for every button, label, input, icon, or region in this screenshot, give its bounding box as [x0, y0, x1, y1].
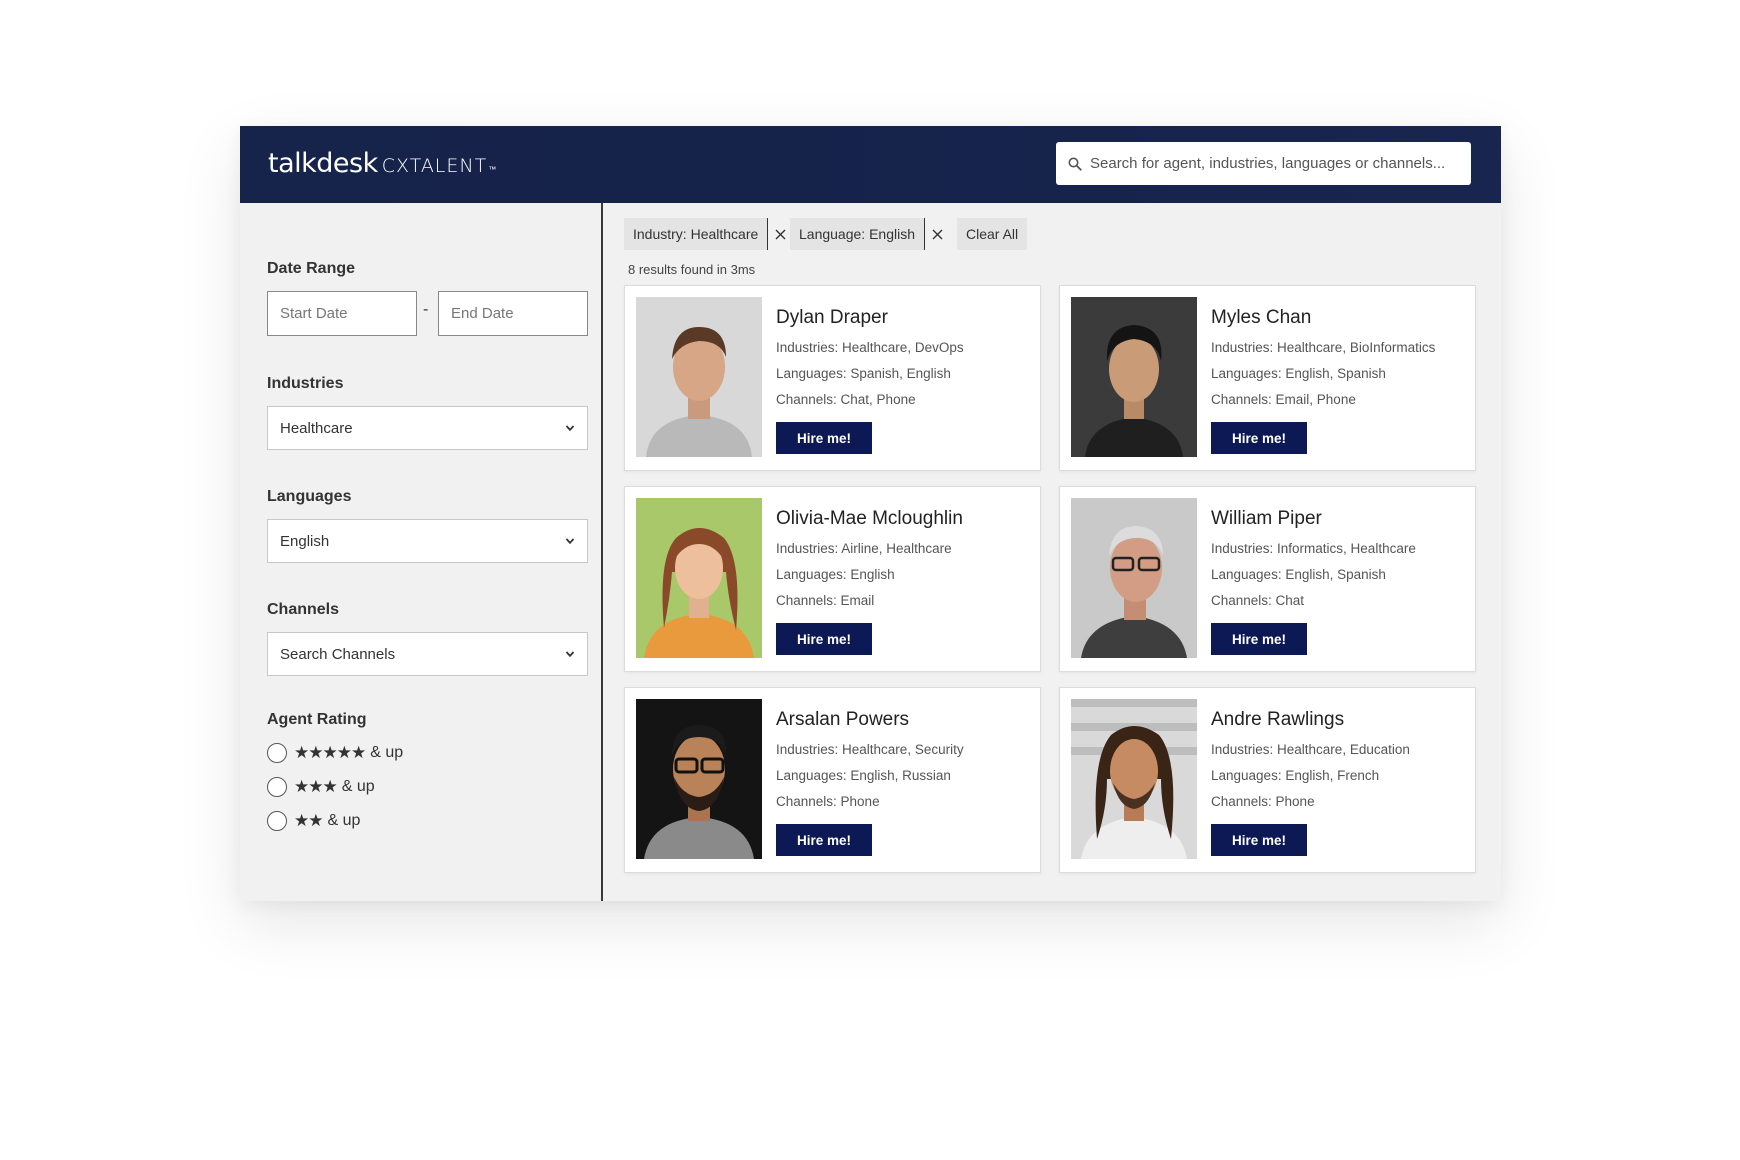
results-panel: Industry: Healthcare Language: English C… [605, 203, 1501, 901]
top-header: talkdesk CXTALENT ™ [240, 126, 1501, 203]
rating-radio[interactable] [267, 811, 287, 831]
close-icon[interactable] [924, 218, 950, 250]
two-stars-icon: ★★ [294, 811, 324, 830]
agent-channels: Channels: Email [776, 593, 875, 608]
rating-radio[interactable] [267, 743, 287, 763]
rating-option-3[interactable]: ★★★ & up [267, 777, 375, 797]
agent-name: William Piper [1211, 508, 1322, 529]
hire-button[interactable]: Hire me! [1211, 422, 1307, 454]
chevron-down-icon [565, 425, 575, 432]
agent-industries: Industries: Informatics, Healthcare [1211, 541, 1416, 556]
agent-name: Dylan Draper [776, 307, 888, 328]
agent-channels: Channels: Phone [1211, 794, 1315, 809]
industries-select[interactable]: Healthcare [267, 406, 588, 450]
languages-select[interactable]: English [267, 519, 588, 563]
hire-button[interactable]: Hire me! [776, 824, 872, 856]
clear-all-label: Clear All [966, 226, 1019, 242]
channels-title: Channels [267, 601, 340, 618]
agent-card: William Piper Industries: Informatics, H… [1059, 486, 1476, 672]
agent-channels: Channels: Email, Phone [1211, 392, 1356, 407]
languages-selected-value: English [280, 532, 330, 550]
hire-button[interactable]: Hire me! [776, 422, 872, 454]
search-icon [1068, 157, 1082, 171]
logo-product: CXTALENT [381, 155, 488, 177]
agent-card: Olivia-Mae Mcloughlin Industries: Airlin… [624, 486, 1041, 672]
agent-photo [636, 498, 762, 658]
agent-languages: Languages: Spanish, English [776, 366, 951, 381]
hire-button[interactable]: Hire me! [1211, 623, 1307, 655]
clear-all-button[interactable]: Clear All [957, 218, 1028, 250]
agent-photo [1071, 297, 1197, 457]
rating-label: & up [327, 812, 361, 829]
industries-title: Industries [267, 375, 344, 392]
agent-languages: Languages: English [776, 567, 895, 582]
date-separator: - [423, 301, 429, 318]
agent-channels: Channels: Phone [776, 794, 880, 809]
agent-industries: Industries: Airline, Healthcare [776, 541, 952, 556]
hire-button[interactable]: Hire me! [776, 623, 872, 655]
date-range-title: Date Range [267, 260, 356, 277]
filter-sidebar: Date Range - Industries Healthcare Langu… [240, 203, 603, 901]
logo-trademark: ™ [488, 165, 497, 174]
agent-photo [636, 699, 762, 859]
agent-name: Andre Rawlings [1211, 709, 1345, 730]
agent-photo [1071, 498, 1197, 658]
search-input[interactable] [1090, 155, 1460, 172]
chip-label: Language: English [799, 226, 915, 242]
chevron-down-icon [565, 538, 575, 545]
chip-label: Industry: Healthcare [633, 226, 759, 242]
chevron-down-icon [565, 651, 575, 658]
app-window: talkdesk CXTALENT ™ Date Range - Industr… [240, 126, 1501, 901]
agent-languages: Languages: English, Russian [776, 768, 951, 783]
agent-name: Myles Chan [1211, 307, 1312, 328]
three-stars-icon: ★★★ [294, 777, 338, 796]
agent-channels: Channels: Chat [1211, 593, 1305, 608]
agent-card: Dylan Draper Industries: Healthcare, Dev… [624, 285, 1041, 471]
agent-industries: Industries: Healthcare, DevOps [776, 340, 964, 355]
agent-languages: Languages: English, French [1211, 768, 1380, 783]
end-date-field[interactable] [438, 291, 588, 336]
filter-chip-industry: Industry: Healthcare [624, 218, 794, 250]
agent-card: Arsalan Powers Industries: Healthcare, S… [624, 687, 1041, 873]
logo-wordmark: talkdesk [268, 148, 378, 179]
agent-card: Myles Chan Industries: Healthcare, BioIn… [1059, 285, 1476, 471]
filter-chip-language: Language: English [790, 218, 950, 250]
rating-option-5[interactable]: ★★★★★ & up [267, 743, 403, 763]
agent-photo [1071, 699, 1197, 859]
agent-name: Arsalan Powers [776, 709, 910, 730]
agent-industries: Industries: Healthcare, Security [776, 742, 964, 757]
industries-selected-value: Healthcare [280, 419, 353, 437]
brand-logo[interactable]: talkdesk CXTALENT ™ [268, 148, 496, 179]
rating-label: & up [341, 778, 375, 795]
global-search[interactable] [1056, 142, 1471, 185]
agent-rating-title: Agent Rating [267, 711, 367, 728]
rating-label: & up [370, 744, 404, 761]
agent-card: Andre Rawlings Industries: Healthcare, E… [1059, 687, 1476, 873]
start-date-field[interactable] [267, 291, 417, 336]
agent-industries: Industries: Healthcare, BioInformatics [1211, 340, 1436, 355]
agent-industries: Industries: Healthcare, Education [1211, 742, 1410, 757]
rating-radio[interactable] [267, 777, 287, 797]
languages-title: Languages [267, 488, 352, 505]
agent-photo [636, 297, 762, 457]
hire-button[interactable]: Hire me! [1211, 824, 1307, 856]
channels-select[interactable]: Search Channels [267, 632, 588, 676]
channels-selected-value: Search Channels [280, 645, 396, 663]
rating-option-2[interactable]: ★★ & up [267, 811, 360, 831]
agent-languages: Languages: English, Spanish [1211, 366, 1386, 381]
agent-languages: Languages: English, Spanish [1211, 567, 1386, 582]
agent-name: Olivia-Mae Mcloughlin [776, 508, 963, 529]
five-stars-icon: ★★★★★ [294, 743, 366, 762]
agent-channels: Channels: Chat, Phone [776, 392, 916, 407]
results-count: 8 results found in 3ms [628, 262, 756, 277]
